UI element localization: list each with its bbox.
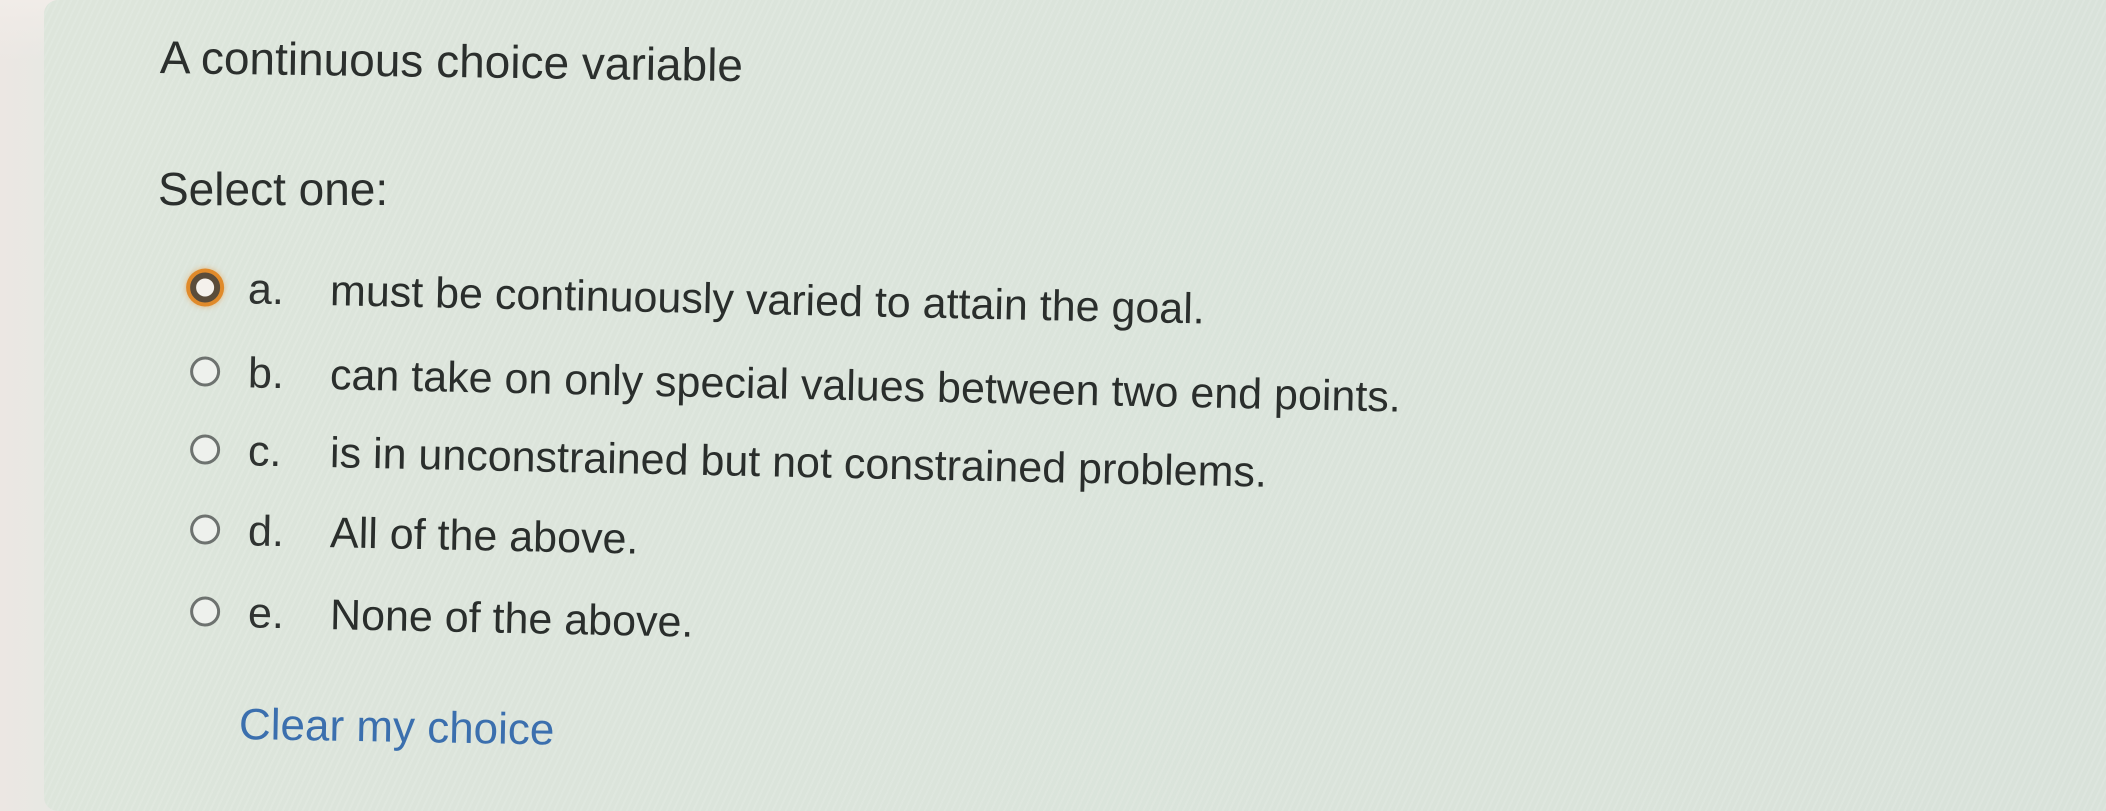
radio-a-icon[interactable] — [189, 272, 221, 303]
answer-option-c[interactable]: c. is in unconstrained but not constrain… — [179, 420, 1267, 497]
radio-d-icon[interactable] — [189, 514, 221, 545]
answer-option-a[interactable]: a. must be continuously varied to attain… — [179, 258, 1205, 333]
radio-e-icon[interactable] — [189, 596, 221, 627]
option-letter-d: d. — [247, 507, 285, 557]
answer-option-d[interactable]: d. All of the above. — [179, 500, 639, 570]
option-text-c: is in unconstrained but not constrained … — [329, 429, 1268, 497]
question-card: A continuous choice variable Select one:… — [44, 0, 2106, 811]
clear-my-choice-link[interactable]: Clear my choice — [239, 700, 555, 755]
answer-option-e[interactable]: e. None of the above. — [179, 582, 694, 652]
radio-b-icon[interactable] — [189, 356, 221, 387]
option-letter-a: a. — [247, 265, 285, 315]
answer-option-b[interactable]: b. can take on only special values betwe… — [179, 342, 1401, 422]
option-letter-e: e. — [247, 589, 285, 639]
option-letter-c: c. — [247, 427, 283, 477]
option-letter-b: b. — [247, 349, 285, 399]
option-text-d: All of the above. — [329, 509, 639, 564]
option-text-a: must be continuously varied to attain th… — [329, 267, 1206, 334]
option-text-e: None of the above. — [329, 591, 694, 647]
question-text: A continuous choice variable — [159, 31, 744, 92]
radio-c-icon[interactable] — [189, 434, 221, 465]
select-one-label: Select one: — [158, 163, 389, 215]
option-text-b: can take on only special values between … — [329, 351, 1402, 422]
